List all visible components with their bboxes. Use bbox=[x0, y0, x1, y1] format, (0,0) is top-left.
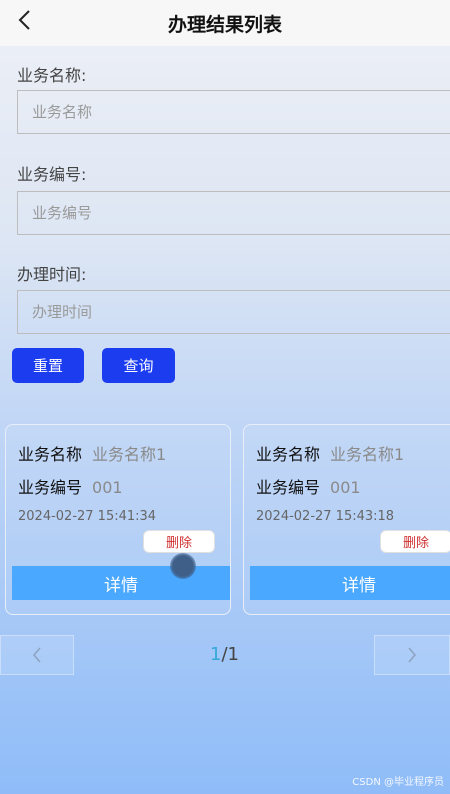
chevron-right-icon bbox=[408, 647, 417, 663]
search-button[interactable]: 查询 bbox=[102, 348, 175, 383]
result-card: 业务名称 业务名称1 业务编号 001 2024-02-27 15:41:34 删除… bbox=[5, 424, 231, 615]
watermark: CSDN @毕业程序员 bbox=[352, 777, 444, 788]
business-code-label: 业务编号: bbox=[17, 165, 87, 184]
touch-indicator bbox=[170, 553, 196, 579]
chevron-left-icon bbox=[32, 647, 41, 663]
business-code-input[interactable] bbox=[17, 191, 450, 235]
prev-page-button[interactable] bbox=[0, 635, 74, 675]
page-indicator: 1/1 bbox=[210, 644, 239, 665]
handle-time-label: 办理时间: bbox=[17, 265, 87, 284]
current-page: 1 bbox=[210, 644, 222, 665]
reset-button[interactable]: 重置 bbox=[12, 348, 84, 383]
card-name-key: 业务名称 bbox=[18, 445, 83, 464]
chevron-left-icon bbox=[18, 10, 30, 30]
card-name-key: 业务名称 bbox=[256, 445, 321, 464]
business-name-label: 业务名称: bbox=[17, 66, 87, 85]
card-code-key: 业务编号 bbox=[18, 478, 83, 497]
detail-button[interactable]: 详情 bbox=[12, 566, 230, 600]
card-time: 2024-02-27 15:43:18 bbox=[256, 509, 395, 524]
detail-button[interactable]: 详情 bbox=[250, 566, 450, 600]
card-name-value: 业务名称1 bbox=[330, 445, 405, 464]
page-title: 办理结果列表 bbox=[167, 13, 282, 36]
card-code-value: 001 bbox=[92, 478, 123, 497]
delete-button[interactable]: 删除 bbox=[143, 530, 215, 553]
delete-button[interactable]: 删除 bbox=[380, 530, 450, 553]
card-code-row: 业务编号 001 bbox=[256, 474, 361, 498]
card-code-value: 001 bbox=[330, 478, 361, 497]
next-page-button[interactable] bbox=[374, 635, 450, 675]
card-name-row: 业务名称 业务名称1 bbox=[18, 441, 166, 465]
result-card: 业务名称 业务名称1 业务编号 001 2024-02-27 15:43:18 删除… bbox=[243, 424, 450, 615]
back-button[interactable] bbox=[10, 6, 38, 34]
business-name-input[interactable] bbox=[17, 90, 450, 134]
card-name-row: 业务名称 业务名称1 bbox=[256, 441, 404, 465]
card-name-value: 业务名称1 bbox=[92, 445, 167, 464]
card-time: 2024-02-27 15:41:34 bbox=[18, 509, 157, 524]
total-pages: 1 bbox=[227, 644, 239, 665]
handle-time-input[interactable] bbox=[17, 290, 450, 334]
card-code-key: 业务编号 bbox=[256, 478, 321, 497]
header-bar: 办理结果列表 bbox=[0, 0, 450, 46]
card-code-row: 业务编号 001 bbox=[18, 474, 123, 498]
